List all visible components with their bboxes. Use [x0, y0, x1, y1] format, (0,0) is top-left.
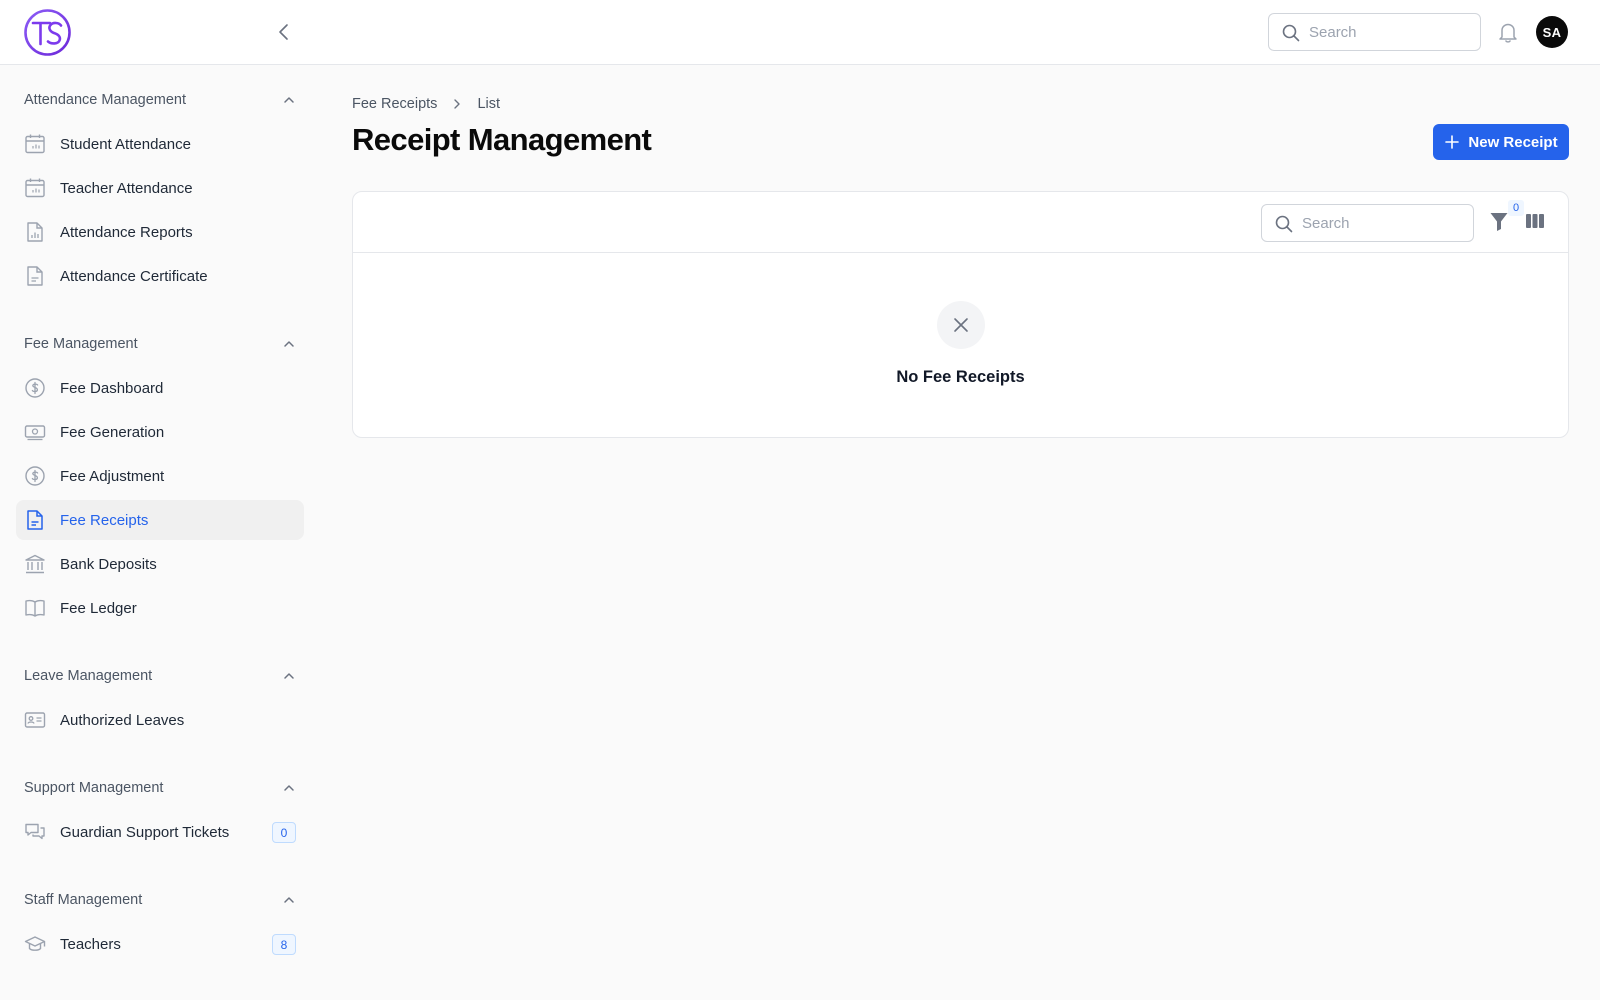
chevron-right-icon [454, 99, 461, 109]
filter-icon [1490, 213, 1508, 231]
sidebar-group-title: Attendance Management [24, 92, 187, 108]
empty-state-icon [937, 301, 985, 349]
id-card-icon [24, 712, 46, 728]
report-icon [27, 222, 43, 242]
global-search[interactable] [1268, 13, 1481, 51]
sidebar-item-student-attendance[interactable]: Student Attendance [16, 124, 304, 164]
sidebar-item-label: Guardian Support Tickets [60, 823, 230, 841]
count-badge: 0 [272, 822, 296, 843]
sidebar-group-staff[interactable]: Staff Management [24, 889, 296, 911]
calendar-icon [25, 134, 45, 154]
top-bar: SA [0, 0, 1600, 65]
empty-state-message: No Fee Receipts [896, 368, 1025, 386]
chevron-up-icon [284, 785, 294, 791]
table-toolbar: 0 [353, 192, 1568, 253]
calendar-icon [25, 178, 45, 198]
sidebar-item-fee-adjustment[interactable]: Fee Adjustment [16, 456, 304, 496]
sidebar-item-fee-receipts[interactable]: Fee Receipts [16, 500, 304, 540]
sidebar-item-label: Fee Adjustment [60, 467, 165, 485]
sidebar-item-label: Teachers [60, 935, 121, 953]
sidebar-group-title: Support Management [24, 780, 164, 796]
breadcrumb-current: List [477, 96, 501, 112]
table-search-input[interactable] [1302, 205, 1467, 241]
close-icon [954, 318, 968, 332]
sidebar-group-attendance[interactable]: Attendance Management [24, 89, 296, 111]
sidebar-item-teacher-attendance[interactable]: Teacher Attendance [16, 168, 304, 208]
dollar-circle-icon [25, 466, 45, 486]
chevron-up-icon [284, 341, 294, 347]
new-receipt-button[interactable]: New Receipt [1433, 124, 1569, 160]
sidebar-item-label: Fee Generation [60, 423, 165, 441]
sidebar-item-attendance-reports[interactable]: Attendance Reports [16, 212, 304, 252]
receipts-table-card: 0 No Fee Receipts [352, 191, 1569, 438]
search-icon [1275, 215, 1293, 233]
sidebar-item-authorized-leaves[interactable]: Authorized Leaves [16, 700, 304, 740]
bank-icon [25, 554, 45, 574]
logo[interactable] [23, 8, 72, 57]
new-receipt-label: New Receipt [1468, 133, 1558, 151]
sidebar: Attendance Management Student Attendance… [0, 65, 320, 1000]
chevron-left-icon [279, 24, 288, 40]
sidebar-item-label: Attendance Certificate [60, 267, 208, 285]
page-title: Receipt Management [352, 122, 652, 157]
sidebar-item-label: Fee Ledger [60, 599, 137, 617]
filter-count-badge: 0 [1508, 200, 1524, 216]
breadcrumb: Fee Receipts List [352, 96, 500, 112]
chevron-up-icon [284, 673, 294, 679]
sidebar-item-bank-deposits[interactable]: Bank Deposits [16, 544, 304, 584]
sidebar-item-label: Fee Dashboard [60, 379, 164, 397]
sidebar-item-label: Attendance Reports [60, 223, 193, 241]
graduation-cap-icon [24, 936, 46, 951]
banknote-icon [24, 425, 46, 441]
table-search[interactable] [1261, 204, 1474, 242]
user-avatar[interactable]: SA [1536, 16, 1568, 48]
sidebar-item-fee-ledger[interactable]: Fee Ledger [16, 588, 304, 628]
sidebar-item-fee-dashboard[interactable]: Fee Dashboard [16, 368, 304, 408]
global-search-input[interactable] [1309, 14, 1474, 50]
sidebar-item-attendance-certificate[interactable]: Attendance Certificate [16, 256, 304, 296]
document-icon [27, 510, 43, 530]
sidebar-item-fee-generation[interactable]: Fee Generation [16, 412, 304, 452]
notifications-button[interactable] [1497, 20, 1519, 44]
search-icon [1282, 24, 1300, 42]
chevron-up-icon [284, 97, 294, 103]
sidebar-group-fee[interactable]: Fee Management [24, 333, 296, 355]
sidebar-item-teachers[interactable]: Teachers 8 [16, 924, 304, 964]
sidebar-group-title: Fee Management [24, 336, 138, 352]
sidebar-item-label: Teacher Attendance [60, 179, 193, 197]
sidebar-group-title: Staff Management [24, 892, 143, 908]
sidebar-item-guardian-support-tickets[interactable]: Guardian Support Tickets 0 [16, 812, 304, 852]
dollar-circle-icon [25, 378, 45, 398]
sidebar-collapse-button[interactable] [272, 20, 296, 44]
document-icon [27, 266, 43, 286]
columns-icon [1526, 214, 1544, 228]
sidebar-item-label: Authorized Leaves [60, 711, 185, 729]
count-badge: 8 [272, 934, 296, 955]
sidebar-group-title: Leave Management [24, 668, 153, 684]
bell-icon [1499, 23, 1517, 43]
sidebar-item-label: Student Attendance [60, 135, 191, 153]
sidebar-item-label: Bank Deposits [60, 555, 157, 573]
plus-icon [1445, 135, 1460, 149]
sidebar-group-support[interactable]: Support Management [24, 777, 296, 799]
book-icon [25, 599, 45, 617]
columns-toggle-button[interactable] [1525, 212, 1547, 234]
sidebar-group-leave[interactable]: Leave Management [24, 665, 296, 687]
breadcrumb-fee-receipts[interactable]: Fee Receipts [352, 96, 437, 112]
sidebar-item-label: Fee Receipts [60, 511, 149, 529]
chevron-up-icon [284, 897, 294, 903]
chat-icon [25, 823, 45, 840]
